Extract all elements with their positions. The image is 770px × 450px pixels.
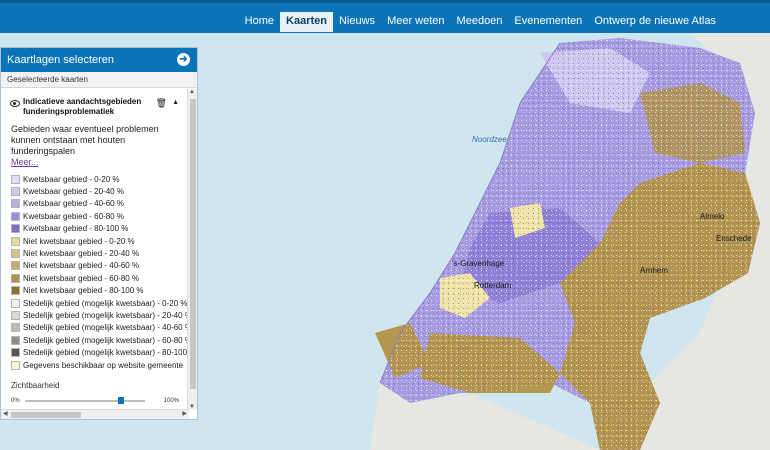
legend-swatch	[11, 249, 20, 259]
legend-item: Kwetsbaar gebied - 0-20 %	[11, 173, 189, 185]
legend-label: Gegevens beschikbaar op website gemeente	[23, 360, 184, 370]
layer-panel: Kaartlagen selecteren ➜ Geselecteerde ka…	[0, 47, 198, 420]
legend-label: Kwetsbaar gebied - 80-100 %	[23, 224, 129, 234]
legend-label: Stedelijk gebied (mogelijk kwetsbaar) - …	[23, 298, 188, 308]
legend-item: Stedelijk gebied (mogelijk kwetsbaar) - …	[11, 322, 189, 334]
panel-header: Kaartlagen selecteren ➜	[1, 48, 197, 72]
city-label-arnhem: Arnhem	[640, 266, 669, 275]
city-label-enschede: Enschede	[716, 234, 752, 243]
scroll-left-icon[interactable]: ◀	[3, 410, 8, 417]
legend-item: Stedelijk gebied (mogelijk kwetsbaar) - …	[11, 309, 189, 321]
eye-icon[interactable]	[10, 100, 20, 107]
slider-handle[interactable]	[118, 397, 124, 405]
legend-swatch	[11, 335, 20, 345]
selected-maps-header: Geselecteerde kaarten	[1, 72, 197, 88]
legend-swatch	[11, 348, 20, 358]
legend-swatch	[11, 323, 20, 333]
legend-item: Stedelijk gebied (mogelijk kwetsbaar) - …	[11, 297, 189, 309]
nav-meer-weten[interactable]: Meer weten	[381, 12, 450, 32]
layer-header: Indicatieve aandachtsgebieden funderings…	[1, 89, 189, 117]
legend-item: Stedelijk gebied (mogelijk kwetsbaar) - …	[11, 346, 189, 358]
legend-swatch	[11, 360, 20, 370]
legend-item: Niet kwetsbaar gebied - 20-40 %	[11, 247, 189, 259]
legend-item: Kwetsbaar gebied - 20-40 %	[11, 185, 189, 197]
slider-track[interactable]	[25, 397, 145, 405]
legend-item: Niet kwetsbaar gebied - 40-60 %	[11, 260, 189, 272]
horizontal-scrollbar[interactable]: ◀ ▶	[1, 409, 189, 419]
legend-swatch	[11, 174, 20, 184]
legend-swatch	[11, 310, 20, 320]
nav-ontwerp-atlas[interactable]: Ontwerp de nieuwe Atlas	[588, 12, 722, 32]
slider-min-label: 0%	[11, 398, 20, 405]
scroll-up-icon[interactable]: ▲	[189, 89, 195, 95]
nav-home[interactable]: Home	[239, 12, 280, 32]
legend-label: Kwetsbaar gebied - 40-60 %	[23, 199, 124, 209]
legend: Kwetsbaar gebied - 0-20 % Kwetsbaar gebie…	[1, 167, 189, 371]
layer-title: Indicatieve aandachtsgebieden funderings…	[23, 97, 142, 116]
legend-swatch	[11, 199, 20, 209]
legend-swatch	[11, 236, 20, 246]
legend-swatch	[11, 286, 20, 296]
layer-description: Gebieden waar eventueel problemen kunnen…	[11, 124, 159, 156]
legend-swatch	[11, 298, 20, 308]
top-navigation-bar: Home Kaarten Nieuws Meer weten Meedoen E…	[0, 0, 770, 33]
legend-item: Niet kwetsbaar gebied - 60-80 %	[11, 272, 189, 284]
scroll-down-icon[interactable]: ▼	[189, 404, 195, 410]
legend-swatch	[11, 224, 20, 234]
arrow-right-circle-icon[interactable]: ➜	[177, 53, 190, 66]
vertical-scrollbar[interactable]: ▲ ▼	[187, 89, 197, 410]
legend-item: Stedelijk gebied (mogelijk kwetsbaar) - …	[11, 334, 189, 346]
horizontal-scroll-thumb[interactable]	[11, 412, 81, 418]
city-label-almelo: Almelo	[700, 212, 725, 221]
slider-max-label: 100%	[163, 398, 179, 405]
legend-item: Niet kwetsbaar gebied - 0-20 %	[11, 235, 189, 247]
legend-swatch	[11, 273, 20, 283]
opacity-slider[interactable]: 0% 100%	[11, 396, 179, 406]
legend-item: Kwetsbaar gebied - 60-80 %	[11, 210, 189, 222]
nav-nieuws[interactable]: Nieuws	[333, 12, 381, 32]
legend-swatch	[11, 211, 20, 221]
main-menu: Home Kaarten Nieuws Meer weten Meedoen E…	[239, 12, 722, 32]
legend-swatch	[11, 187, 20, 197]
nav-evenementen[interactable]: Evenementen	[508, 12, 588, 32]
legend-label: Niet kwetsbaar gebied - 60-80 %	[23, 273, 140, 283]
visibility-label: Zichtbaarheid	[11, 381, 60, 391]
legend-label: Kwetsbaar gebied - 60-80 %	[23, 211, 124, 221]
sea-label-noordzee: Noordzee	[472, 135, 507, 144]
legend-label: Niet kwetsbaar gebied - 0-20 %	[23, 236, 135, 246]
legend-label: Stedelijk gebied (mogelijk kwetsbaar) - …	[23, 335, 189, 345]
vertical-scroll-thumb[interactable]	[190, 99, 196, 389]
panel-content: Indicatieve aandachtsgebieden funderings…	[1, 89, 189, 410]
legend-label: Kwetsbaar gebied - 0-20 %	[23, 174, 120, 184]
legend-label: Niet kwetsbaar gebied - 80-100 %	[23, 286, 144, 296]
legend-item: Kwetsbaar gebied - 80-100 %	[11, 223, 189, 235]
chevron-up-icon[interactable]: ▲	[172, 99, 179, 106]
legend-label: Niet kwetsbaar gebied - 20-40 %	[23, 249, 140, 259]
legend-swatch	[11, 261, 20, 271]
city-label-den-haag: 's-Gravenhage	[452, 259, 505, 268]
legend-label: Stedelijk gebied (mogelijk kwetsbaar) - …	[23, 323, 189, 333]
trash-icon[interactable]: 🗑	[156, 98, 167, 109]
more-link[interactable]: Meer...	[1, 157, 189, 167]
legend-label: Stedelijk gebied (mogelijk kwetsbaar) - …	[23, 348, 189, 358]
city-label-rotterdam: Rotterdam	[474, 281, 512, 290]
legend-item: Niet kwetsbaar gebied - 80-100 %	[11, 285, 189, 297]
scroll-right-icon[interactable]: ▶	[182, 410, 187, 417]
legend-item: Kwetsbaar gebied - 40-60 %	[11, 198, 189, 210]
nav-meedoen[interactable]: Meedoen	[451, 12, 509, 32]
legend-label: Kwetsbaar gebied - 20-40 %	[23, 187, 124, 197]
legend-item: Gegevens beschikbaar op website gemeente	[11, 359, 189, 371]
nav-kaarten[interactable]: Kaarten	[280, 12, 333, 32]
legend-label: Stedelijk gebied (mogelijk kwetsbaar) - …	[23, 310, 189, 320]
panel-title: Kaartlagen selecteren	[7, 54, 115, 66]
legend-label: Niet kwetsbaar gebied - 40-60 %	[23, 261, 140, 271]
